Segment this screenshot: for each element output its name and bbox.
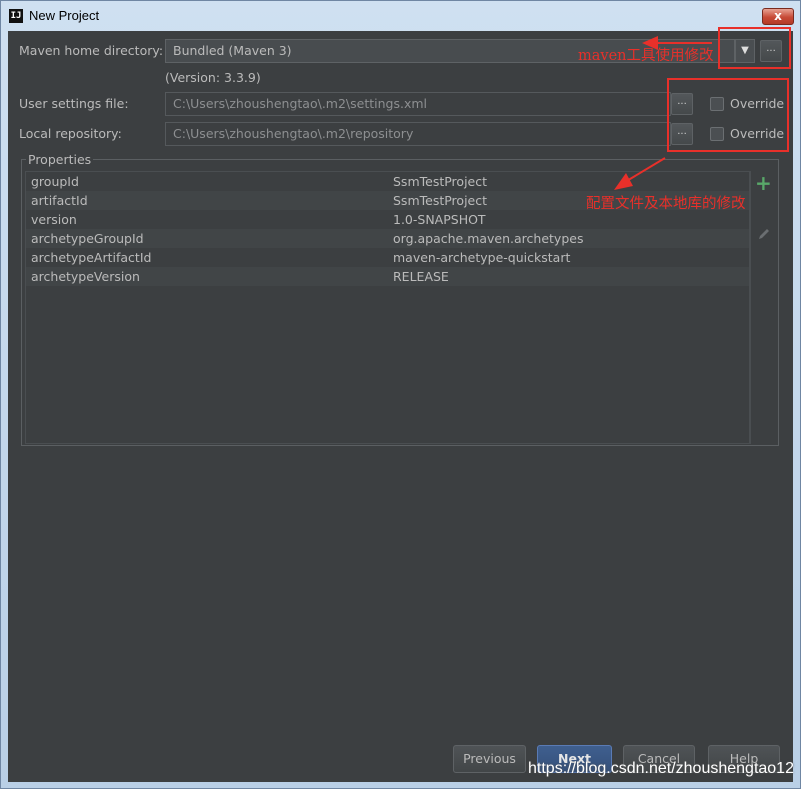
arrow-down-left-icon xyxy=(614,173,633,190)
arrow-left-icon xyxy=(642,36,658,50)
watermark-url: https://blog.csdn.net/zhoushengtao12 xyxy=(528,760,794,777)
annotation-arrows xyxy=(614,36,712,190)
